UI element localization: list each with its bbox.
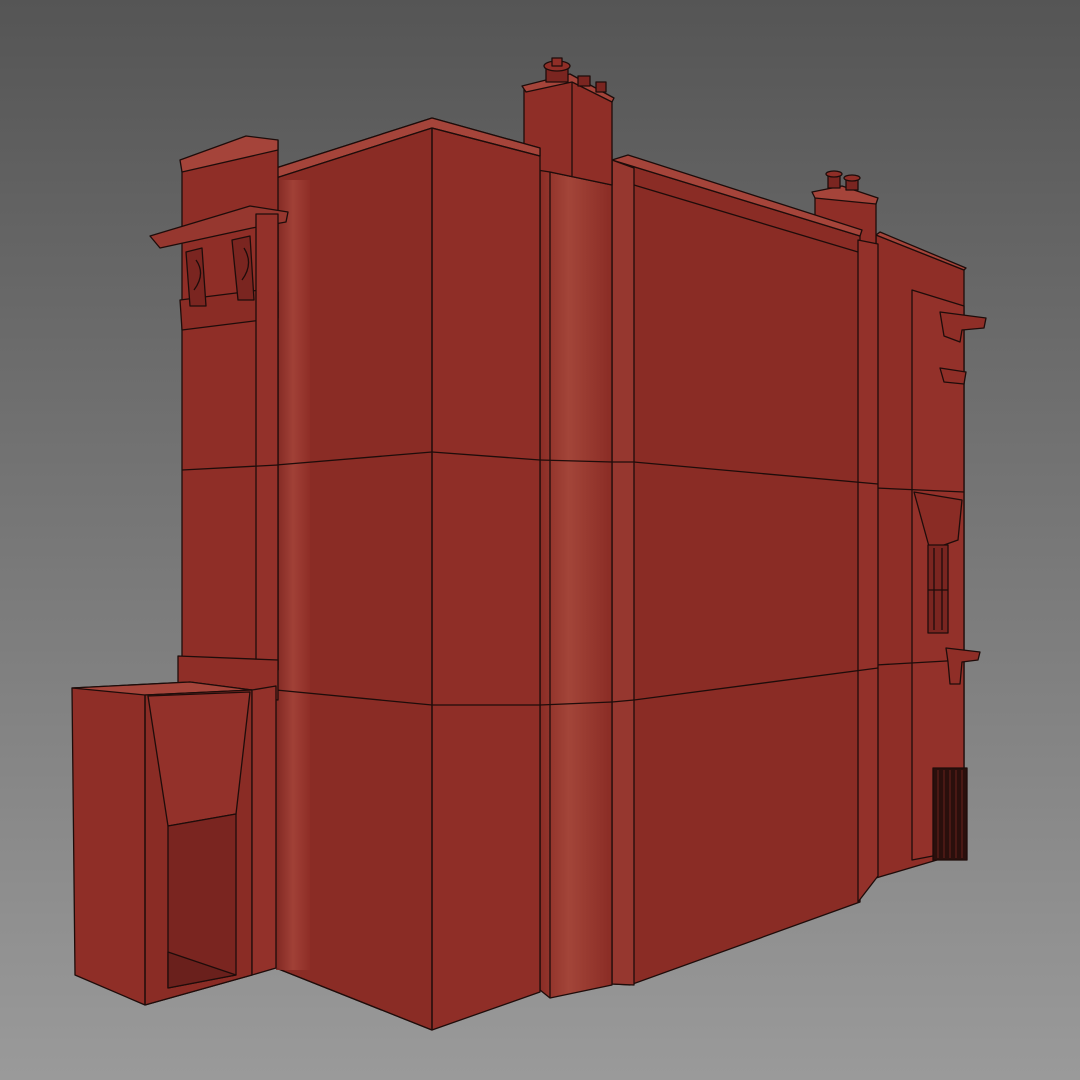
vertical-pier <box>539 149 613 999</box>
3d-viewport[interactable] <box>0 0 1080 1080</box>
left-annex <box>71 681 277 1006</box>
central-block <box>275 117 541 1031</box>
small-window <box>927 544 949 634</box>
iron-gate <box>932 767 968 861</box>
right-wing <box>611 154 879 986</box>
building-model-render <box>0 0 1080 1080</box>
